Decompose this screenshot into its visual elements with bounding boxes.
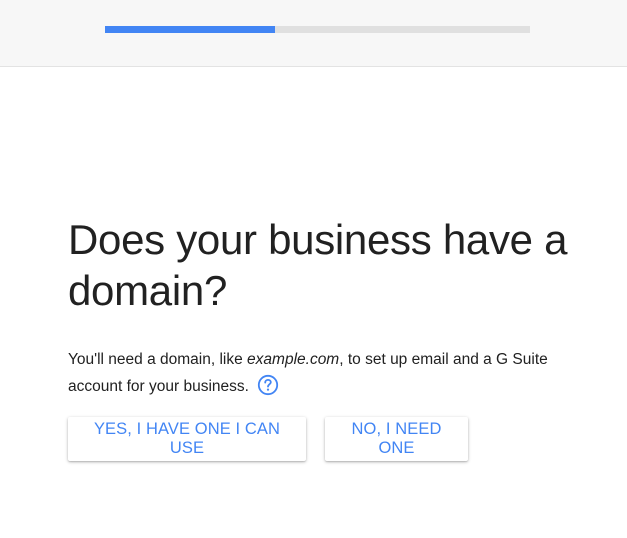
help-circle-icon[interactable] [257, 374, 279, 396]
main-content: Does your business have a domain? You'll… [68, 214, 608, 461]
description: You'll need a domain, like example.com, … [68, 346, 588, 400]
top-bar [0, 0, 627, 67]
description-example: example.com [247, 351, 340, 368]
page-title: Does your business have a domain? [68, 216, 568, 314]
answer-buttons: YES, I HAVE ONE I CAN USE NO, I NEED ONE [68, 417, 608, 461]
description-before: You'll need a domain, like [68, 351, 248, 368]
progress-bar [105, 26, 530, 33]
no-need-domain-button[interactable]: NO, I NEED ONE [325, 417, 468, 461]
yes-have-domain-button[interactable]: YES, I HAVE ONE I CAN USE [68, 417, 306, 461]
progress-fill [105, 26, 275, 33]
